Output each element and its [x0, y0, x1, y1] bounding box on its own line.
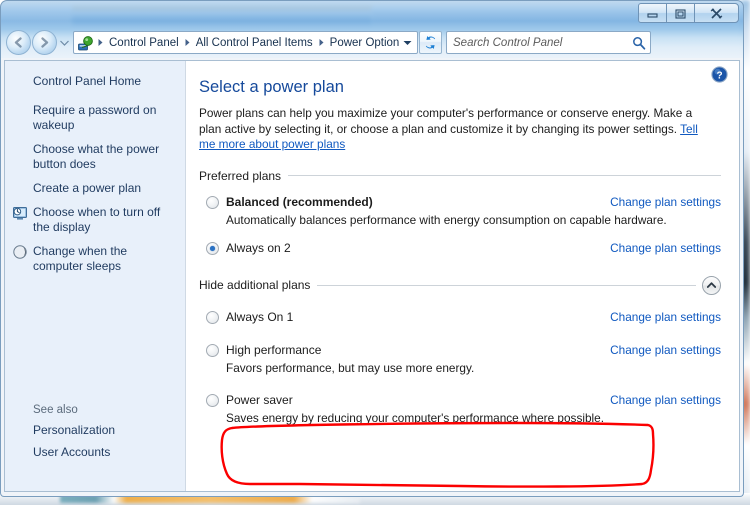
plan-name-always-on-1[interactable]: Always On 1 [226, 310, 293, 325]
sidebar-item-choose-what-power-button-does[interactable]: Choose what the power button does [5, 142, 185, 172]
plan-name-power-saver[interactable]: Power saver [226, 393, 293, 408]
window-content: Control Panel Home Require a password on… [5, 61, 739, 491]
additional-plans-group-header: Hide additional plans [186, 275, 739, 295]
search-box[interactable] [446, 31, 651, 54]
display-clock-icon [13, 207, 27, 220]
sidebar-item-label: Choose when to turn off the display [33, 205, 161, 234]
intro-paragraph: Power plans can help you maximize your c… [199, 106, 693, 136]
intro-text: Power plans can help you maximize your c… [186, 106, 739, 153]
plan-row-always-on-1[interactable]: Always On 1 Change plan settings [186, 310, 739, 325]
see-also-title: See also [33, 404, 78, 416]
back-arrow-icon [14, 37, 22, 48]
minimize-button[interactable] [638, 3, 667, 23]
restore-icon [675, 8, 686, 19]
change-plan-settings-power-saver[interactable]: Change plan settings [610, 393, 721, 407]
sidebar-item-change-when-computer-sleeps[interactable]: Change when the computer sleeps [5, 244, 185, 274]
collapse-additional-plans-button[interactable] [702, 275, 721, 295]
breadcrumb-item-all-control-panel-items[interactable]: All Control Panel Items [193, 35, 316, 51]
radio-power-saver[interactable] [206, 393, 219, 407]
power-plug-icon [78, 35, 93, 50]
forward-arrow-icon [41, 37, 49, 48]
radio-high-performance[interactable] [206, 343, 219, 357]
restore-button[interactable] [666, 3, 695, 23]
chevron-down-icon [60, 40, 69, 46]
refresh-button[interactable] [419, 31, 442, 54]
sidebar-item-create-a-power-plan[interactable]: Create a power plan [5, 181, 185, 196]
control-panel-window: Control Panel All Control Panel Items Po… [0, 0, 744, 497]
plan-row-balanced[interactable]: Balanced (recommended) Automatically bal… [186, 195, 739, 228]
group-divider-line [288, 175, 721, 176]
svg-text:?: ? [716, 70, 722, 81]
sidebar-item-user-accounts[interactable]: User Accounts [5, 445, 185, 460]
plan-name-high-performance[interactable]: High performance [226, 343, 321, 358]
refresh-icon [425, 36, 436, 49]
sidebar-item-require-password-on-wakeup[interactable]: Require a password on wakeup [5, 103, 185, 133]
address-bar[interactable]: Control Panel All Control Panel Items Po… [73, 31, 418, 54]
breadcrumb-item-control-panel[interactable]: Control Panel [106, 35, 182, 51]
previous-locations-button[interactable] [399, 32, 416, 53]
preferred-plans-title: Preferred plans [199, 168, 282, 183]
change-plan-settings-always-on-2[interactable]: Change plan settings [610, 241, 721, 255]
change-plan-settings-always-on-1[interactable]: Change plan settings [610, 310, 721, 324]
close-button[interactable] [694, 3, 739, 23]
radio-balanced[interactable] [206, 195, 219, 209]
minimize-icon [647, 12, 658, 18]
plan-description-balanced: Automatically balances performance with … [226, 212, 667, 227]
see-also-section: See also Personalization User Accounts [5, 404, 185, 467]
sidebar-item-choose-when-to-turn-off-display[interactable]: Choose when to turn off the display [5, 205, 185, 235]
forward-button[interactable] [32, 30, 57, 55]
triangle-right-icon [98, 39, 103, 46]
sidebar-item-personalization[interactable]: Personalization [5, 423, 185, 438]
plan-description-high-performance: Favors performance, but may use more ene… [226, 360, 475, 375]
sidebar-item-control-panel-home[interactable]: Control Panel Home [5, 74, 185, 89]
triangle-right-icon [185, 39, 190, 46]
preferred-plans-group-header: Preferred plans [186, 169, 739, 183]
navigation-bar: Control Panel All Control Panel Items Po… [6, 30, 738, 55]
recent-pages-button[interactable] [58, 30, 71, 55]
moon-sleep-icon [13, 245, 27, 259]
window-controls [638, 3, 739, 24]
radio-always-on-2[interactable] [206, 241, 219, 255]
help-button[interactable]: ? [711, 66, 728, 83]
help-icon: ? [711, 66, 728, 83]
plan-description-power-saver: Saves energy by reducing your computer's… [226, 410, 604, 425]
group-divider-line [317, 284, 696, 286]
desktop-background: Control Panel All Control Panel Items Po… [0, 0, 750, 505]
main-panel: ? Select a power plan Power plans can he… [186, 61, 739, 491]
chevron-down-icon [403, 40, 412, 45]
plan-name-always-on-2[interactable]: Always on 2 [226, 241, 291, 256]
search-icon [633, 36, 646, 50]
change-plan-settings-high-performance[interactable]: Change plan settings [610, 343, 721, 357]
plan-name-balanced[interactable]: Balanced (recommended) [226, 195, 373, 210]
triangle-right-icon [319, 39, 324, 46]
hide-additional-plans-title: Hide additional plans [199, 278, 311, 292]
breadcrumb-separator-1 [182, 38, 193, 47]
breadcrumb-separator-2 [316, 38, 327, 47]
radio-always-on-1[interactable] [206, 310, 219, 324]
breadcrumb-separator-0 [95, 38, 106, 47]
plan-row-high-performance[interactable]: High performance Favors performance, but… [186, 343, 739, 376]
nav-arrows [6, 30, 71, 55]
change-plan-settings-balanced[interactable]: Change plan settings [610, 195, 721, 209]
page-title: Select a power plan [199, 78, 344, 96]
search-input[interactable] [453, 36, 632, 49]
back-button[interactable] [6, 30, 31, 55]
breadcrumb: Control Panel All Control Panel Items Po… [95, 35, 399, 51]
sidebar: Control Panel Home Require a password on… [5, 61, 186, 491]
close-icon [710, 7, 723, 19]
plan-row-power-saver[interactable]: Power saver Saves energy by reducing you… [186, 393, 739, 426]
plan-row-always-on-2[interactable]: Always on 2 Change plan settings [186, 241, 739, 256]
sidebar-item-label: Change when the computer sleeps [33, 244, 128, 273]
breadcrumb-item-power-options[interactable]: Power Options [327, 35, 399, 51]
chevron-up-icon [707, 282, 716, 288]
